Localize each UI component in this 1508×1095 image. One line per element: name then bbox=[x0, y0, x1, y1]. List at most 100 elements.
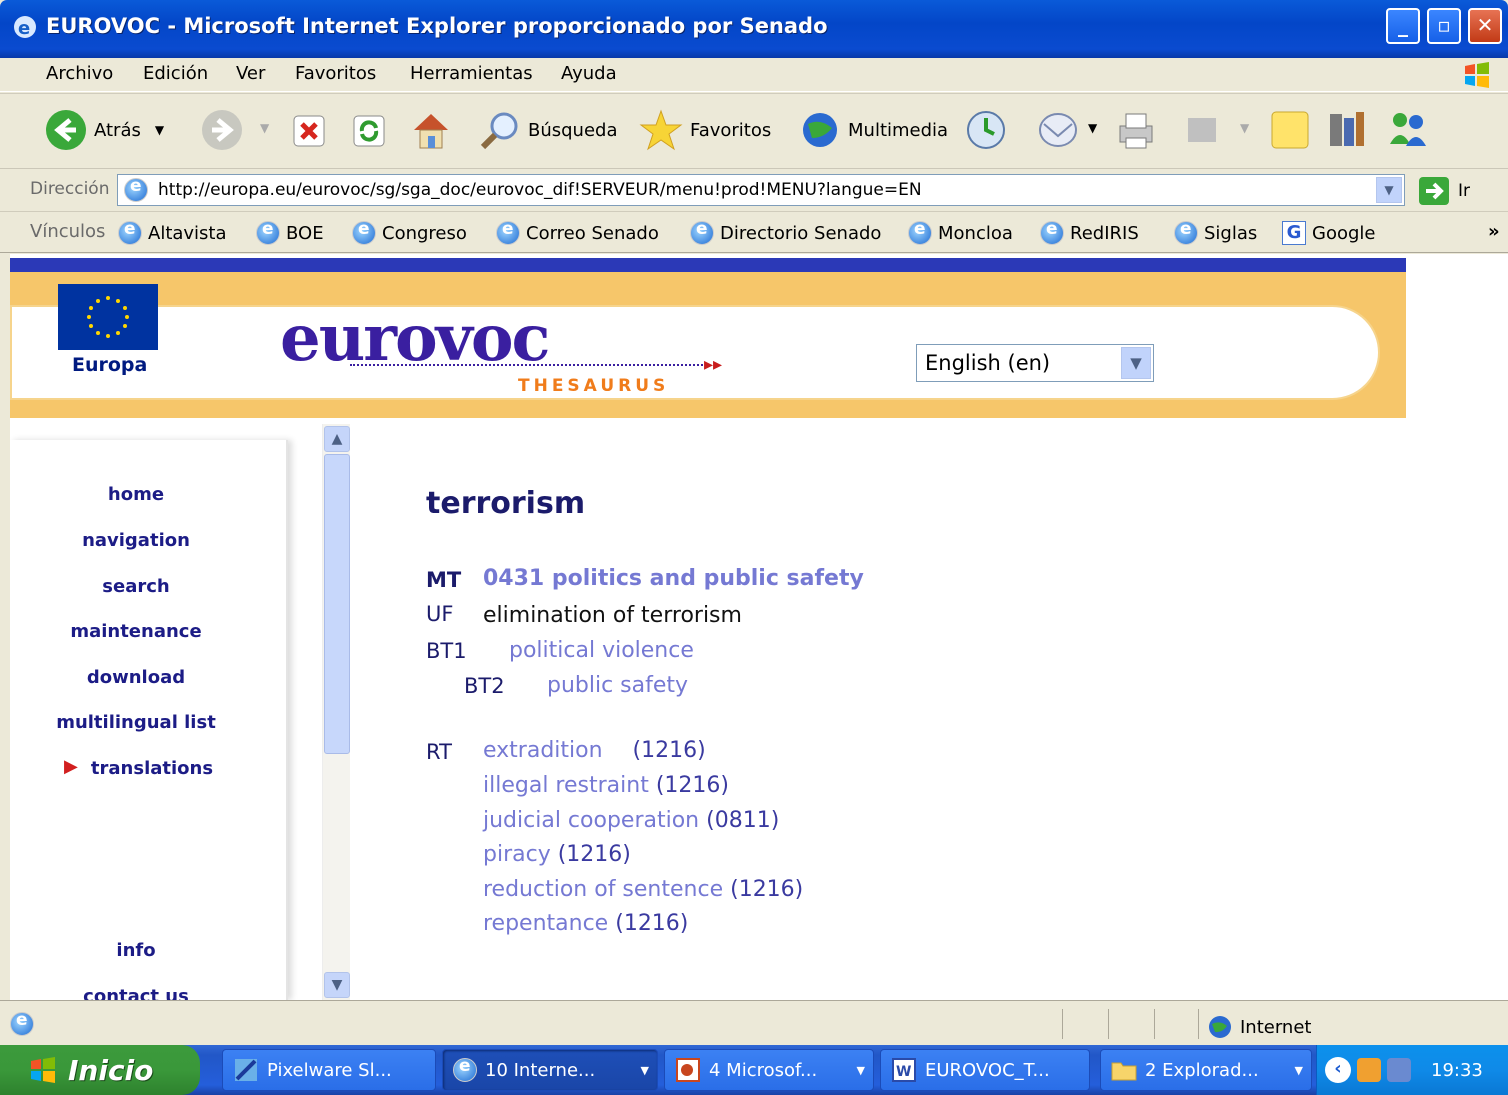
stop-icon[interactable] bbox=[292, 114, 326, 148]
history-icon[interactable] bbox=[964, 108, 1008, 152]
nav-contact-us[interactable]: contact us bbox=[10, 986, 262, 1000]
task-label: EUROVOC_T... bbox=[925, 1059, 1050, 1081]
forward-dropdown-icon[interactable]: ▼ bbox=[260, 121, 269, 135]
eurovoc-logo[interactable]: eurovoc bbox=[280, 307, 550, 371]
europa-label[interactable]: Europa bbox=[72, 354, 147, 376]
close-button[interactable]: ✕ bbox=[1468, 8, 1502, 44]
media-button[interactable]: Multimedia bbox=[798, 108, 948, 152]
bt2-link[interactable]: public safety bbox=[547, 673, 688, 698]
media-label: Multimedia bbox=[848, 119, 949, 141]
nav-search[interactable]: search bbox=[10, 576, 262, 597]
scroll-down-icon[interactable]: ▼ bbox=[324, 972, 350, 998]
language-selected: English (en) bbox=[925, 351, 1051, 375]
menu-edicion[interactable]: Edición bbox=[143, 63, 208, 84]
ie-page-icon bbox=[1040, 219, 1064, 245]
mt-link[interactable]: 0431 politics and public safety bbox=[483, 566, 864, 591]
task-internet-explorer[interactable]: 10 Interne... ▼ bbox=[442, 1049, 658, 1091]
nav-maintenance[interactable]: maintenance bbox=[10, 621, 262, 642]
scroll-up-icon[interactable]: ▲ bbox=[324, 426, 350, 452]
sidebar: home navigation search maintenance downl… bbox=[10, 440, 288, 1000]
nav-download[interactable]: download bbox=[10, 667, 262, 688]
print-icon[interactable] bbox=[1112, 108, 1160, 152]
edit-icon[interactable] bbox=[1184, 114, 1220, 146]
task-eurovoc-document[interactable]: W EUROVOC_T... bbox=[880, 1049, 1090, 1091]
forward-arrow-icon[interactable] bbox=[200, 108, 244, 152]
clock[interactable]: 19:33 bbox=[1431, 1060, 1483, 1081]
edit-dropdown-icon[interactable]: ▼ bbox=[1240, 121, 1249, 135]
link-siglas[interactable]: Siglas bbox=[1174, 219, 1258, 245]
link-correo-senado[interactable]: Correo Senado bbox=[496, 219, 659, 245]
links-more-icon[interactable]: » bbox=[1488, 221, 1500, 242]
menu-bar: Archivo Edición Ver Favoritos Herramient… bbox=[0, 58, 1508, 92]
task-group-dropdown-icon[interactable]: ▼ bbox=[857, 1064, 865, 1077]
task-explorer[interactable]: 2 Explorad... ▼ bbox=[1100, 1049, 1312, 1091]
home-icon[interactable] bbox=[408, 108, 454, 152]
scroll-thumb[interactable] bbox=[324, 454, 350, 754]
link-boe[interactable]: BOE bbox=[256, 219, 324, 245]
address-dropdown-icon[interactable]: ▼ bbox=[1376, 177, 1402, 203]
menu-favoritos[interactable]: Favoritos bbox=[295, 63, 376, 84]
back-button[interactable]: Atrás ▼ bbox=[44, 108, 164, 152]
link-altavista[interactable]: Altavista bbox=[118, 219, 227, 245]
back-dropdown-icon[interactable]: ▼ bbox=[155, 123, 164, 137]
clock-app-icon[interactable] bbox=[1357, 1058, 1381, 1082]
task-microsoft[interactable]: 4 Microsof... ▼ bbox=[664, 1049, 874, 1091]
nav-multilingual-list[interactable]: multilingual list bbox=[10, 712, 262, 733]
notes-icon[interactable] bbox=[1268, 108, 1312, 152]
chevron-down-icon[interactable]: ▼ bbox=[1121, 347, 1151, 379]
taskbar: Inicio Pixelware Sl... 10 Interne... ▼ 4… bbox=[0, 1045, 1508, 1095]
nav-translations[interactable]: translations bbox=[26, 758, 278, 779]
mail-icon[interactable] bbox=[1036, 108, 1084, 152]
address-label: Dirección bbox=[30, 179, 110, 199]
favorites-button[interactable]: Favoritos bbox=[638, 108, 771, 152]
messenger-icon[interactable] bbox=[1384, 108, 1432, 152]
start-button[interactable]: Inicio bbox=[0, 1045, 200, 1095]
ie-page-icon bbox=[690, 219, 714, 245]
related-link[interactable]: repentance bbox=[483, 911, 608, 936]
menu-ayuda[interactable]: Ayuda bbox=[561, 63, 617, 84]
go-button[interactable]: Ir bbox=[1418, 176, 1470, 206]
related-item: repentance (1216) bbox=[483, 911, 688, 936]
mail-dropdown-icon[interactable]: ▼ bbox=[1088, 121, 1097, 135]
address-input[interactable]: http://europa.eu/eurovoc/sg/sga_doc/euro… bbox=[117, 174, 1405, 206]
eu-flag-logo[interactable] bbox=[58, 284, 158, 350]
link-label: Siglas bbox=[1204, 222, 1258, 244]
task-pixelware[interactable]: Pixelware Sl... bbox=[222, 1049, 436, 1091]
link-congreso[interactable]: Congreso bbox=[352, 219, 467, 245]
go-arrow-icon bbox=[1419, 177, 1449, 205]
restore-button[interactable]: ▫ bbox=[1427, 8, 1461, 44]
menu-ver[interactable]: Ver bbox=[236, 63, 265, 84]
tray-expand-icon[interactable]: ‹ bbox=[1325, 1057, 1351, 1083]
bt1-link[interactable]: political violence bbox=[509, 638, 694, 663]
research-icon[interactable] bbox=[1324, 108, 1368, 152]
minimize-button[interactable]: _ bbox=[1386, 8, 1420, 44]
menu-archivo[interactable]: Archivo bbox=[46, 63, 113, 84]
related-link[interactable]: piracy bbox=[483, 842, 551, 867]
task-group-dropdown-icon[interactable]: ▼ bbox=[641, 1064, 649, 1077]
link-moncloa[interactable]: Moncloa bbox=[908, 219, 1013, 245]
menu-herramientas[interactable]: Herramientas bbox=[410, 63, 533, 84]
related-link[interactable]: illegal restraint bbox=[483, 773, 649, 798]
language-select[interactable]: English (en) ▼ bbox=[916, 344, 1154, 382]
sidebar-scrollbar[interactable]: ▲ ▼ bbox=[322, 424, 350, 1000]
task-label: 10 Interne... bbox=[485, 1059, 596, 1081]
search-button[interactable]: Búsqueda bbox=[478, 108, 618, 152]
related-link[interactable]: extradition bbox=[483, 738, 603, 763]
link-rediris[interactable]: RedIRIS bbox=[1040, 219, 1139, 245]
link-google[interactable]: G Google bbox=[1282, 221, 1375, 245]
favorites-label: Favoritos bbox=[690, 119, 772, 141]
related-link[interactable]: reduction of sentence bbox=[483, 877, 723, 902]
refresh-icon[interactable] bbox=[352, 114, 386, 148]
ie-icon: e bbox=[14, 16, 36, 39]
related-item: extradition (1216) bbox=[483, 738, 706, 763]
task-label: 4 Microsof... bbox=[709, 1059, 818, 1081]
task-group-dropdown-icon[interactable]: ▼ bbox=[1295, 1064, 1303, 1077]
nav-info[interactable]: info bbox=[10, 940, 262, 961]
network-icon[interactable] bbox=[1387, 1058, 1411, 1082]
nav-navigation[interactable]: navigation bbox=[10, 530, 262, 551]
nav-home[interactable]: home bbox=[10, 484, 262, 505]
related-link[interactable]: judicial cooperation bbox=[483, 808, 699, 833]
term-title: terrorism bbox=[426, 486, 586, 521]
globe-icon bbox=[1209, 1016, 1231, 1038]
link-directorio-senado[interactable]: Directorio Senado bbox=[690, 219, 881, 245]
